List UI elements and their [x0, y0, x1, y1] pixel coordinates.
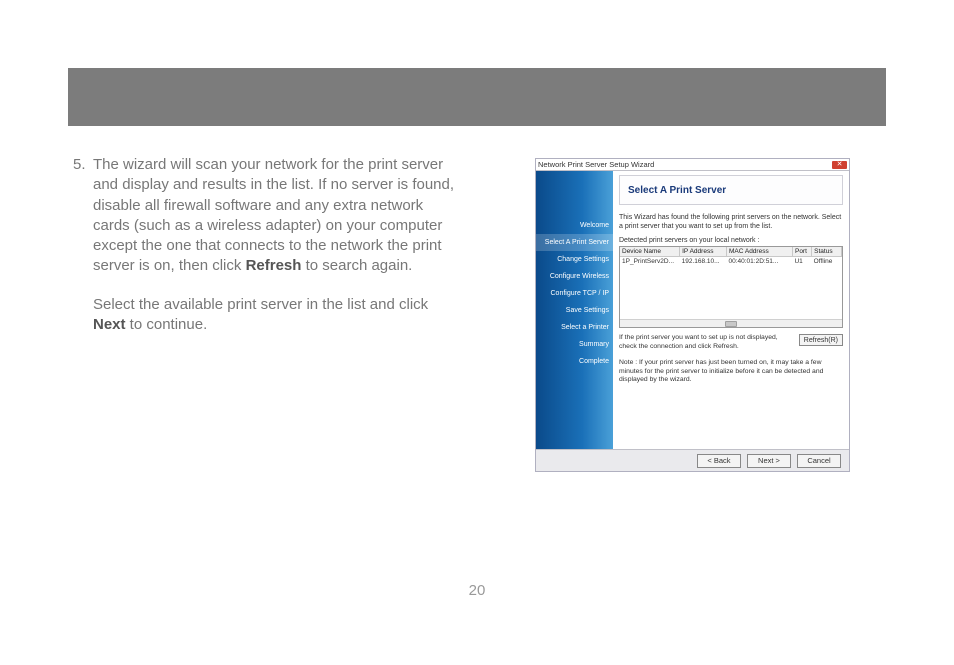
col-header-ip[interactable]: IP Address — [680, 247, 727, 257]
window-title: Network Print Server Setup Wizard — [538, 160, 654, 169]
col-header-port[interactable]: Port — [792, 247, 811, 257]
back-button[interactable]: < Back — [697, 454, 741, 468]
sidebar-item-save-settings[interactable]: Save Settings — [536, 302, 613, 319]
page-number: 20 — [0, 582, 954, 599]
page-header-bar — [68, 68, 886, 126]
list-number: 5. — [73, 155, 86, 175]
wizard-sidebar: Welcome Select A Print Server Change Set… — [536, 171, 613, 449]
cancel-button[interactable]: Cancel — [797, 454, 841, 468]
instruction-paragraph-1: The wizard will scan your network for th… — [93, 155, 463, 277]
sidebar-item-welcome[interactable]: Welcome — [536, 217, 613, 234]
print-server-table[interactable]: Device Name IP Address MAC Address Port … — [619, 246, 843, 328]
scroll-thumb[interactable] — [725, 321, 737, 327]
sidebar-item-label: Select a Printer — [561, 324, 609, 331]
sidebar-item-label: Configure TCP / IP — [551, 290, 610, 297]
cell-status: Offline — [812, 257, 842, 267]
detected-label: Detected print servers on your local net… — [619, 237, 843, 244]
sidebar-item-label: Change Settings — [557, 256, 609, 263]
step-description: This Wizard has found the following prin… — [619, 213, 843, 231]
sidebar-item-label: Summary — [579, 341, 609, 348]
instruction-block: 5. The wizard will scan your network for… — [93, 155, 463, 335]
sidebar-item-label: Select A Print Server — [545, 239, 609, 246]
titlebar: Network Print Server Setup Wizard ✕ — [536, 159, 849, 171]
refresh-row: If the print server you want to set up i… — [619, 334, 843, 351]
refresh-hint: If the print server you want to set up i… — [619, 334, 793, 351]
wizard-footer: < Back Next > Cancel — [536, 449, 849, 471]
para1-text-b: to search again. — [301, 257, 412, 274]
para2-text-b: to continue. — [126, 316, 208, 333]
note-text: Note : If your print server has just bee… — [619, 359, 843, 384]
wizard-window: Network Print Server Setup Wizard ✕ Welc… — [535, 158, 850, 472]
refresh-button[interactable]: Refresh(R) — [799, 334, 843, 346]
refresh-keyword: Refresh — [246, 257, 302, 274]
instruction-paragraph-2: Select the available print server in the… — [93, 295, 463, 336]
sidebar-item-configure-wireless[interactable]: Configure Wireless — [536, 268, 613, 285]
cell-mac: 00:40:01:2D:51... — [726, 257, 792, 267]
table-header-row: Device Name IP Address MAC Address Port … — [620, 247, 842, 257]
next-keyword: Next — [93, 316, 126, 333]
next-button[interactable]: Next > — [747, 454, 791, 468]
sidebar-item-label: Complete — [579, 358, 609, 365]
para2-text-a: Select the available print server in the… — [93, 296, 428, 313]
sidebar-item-label: Welcome — [580, 222, 609, 229]
step-header-bar: Select A Print Server — [619, 175, 843, 205]
wizard-body: Welcome Select A Print Server Change Set… — [536, 171, 849, 449]
sidebar-item-complete[interactable]: Complete — [536, 353, 613, 370]
sidebar-item-label: Configure Wireless — [550, 273, 609, 280]
close-icon[interactable]: ✕ — [832, 161, 847, 169]
sidebar-item-select-print-server[interactable]: Select A Print Server — [536, 234, 613, 251]
step-title: Select A Print Server — [628, 185, 726, 196]
wizard-main-panel: Select A Print Server This Wizard has fo… — [613, 171, 849, 449]
horizontal-scrollbar[interactable] — [620, 319, 842, 327]
sidebar-item-label: Save Settings — [566, 307, 609, 314]
sidebar-item-summary[interactable]: Summary — [536, 336, 613, 353]
cell-port: U1 — [792, 257, 811, 267]
col-header-device[interactable]: Device Name — [620, 247, 680, 257]
col-header-mac[interactable]: MAC Address — [726, 247, 792, 257]
sidebar-item-configure-tcpip[interactable]: Configure TCP / IP — [536, 285, 613, 302]
col-header-status[interactable]: Status — [812, 247, 842, 257]
table-row[interactable]: 1P_PrintServ2D... 192.168.10... 00:40:01… — [620, 257, 842, 267]
sidebar-item-change-settings[interactable]: Change Settings — [536, 251, 613, 268]
cell-ip: 192.168.10... — [680, 257, 727, 267]
sidebar-item-select-printer[interactable]: Select a Printer — [536, 319, 613, 336]
cell-device: 1P_PrintServ2D... — [620, 257, 680, 267]
